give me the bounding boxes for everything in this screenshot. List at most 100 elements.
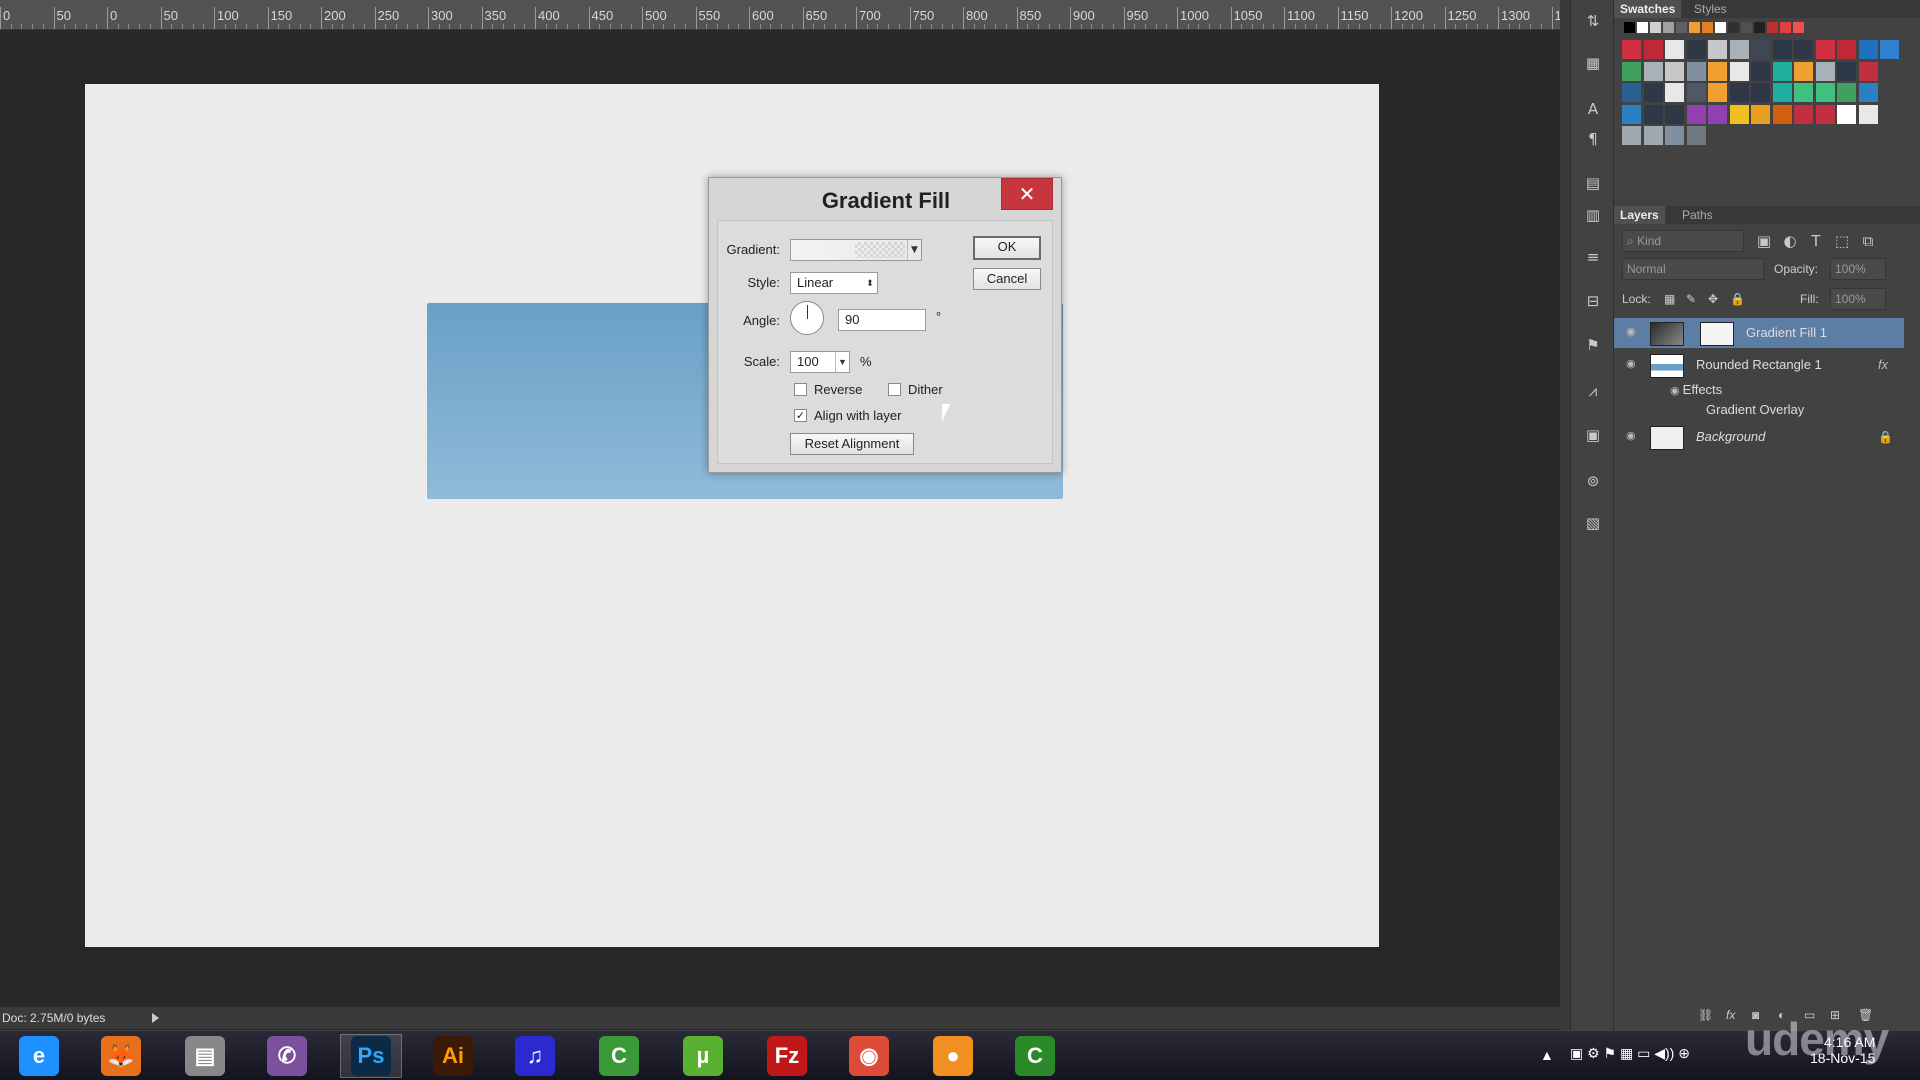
taskbar-internet-explorer[interactable]: e [8, 1034, 70, 1078]
layer-comps-icon[interactable]: ▤ [1583, 174, 1603, 192]
eye-icon[interactable]: ◉ [1626, 327, 1640, 338]
align-with-layer-checkbox[interactable]: ✓ [794, 409, 807, 422]
filter-type-icon[interactable]: T [1806, 232, 1826, 250]
swatch[interactable] [1686, 104, 1706, 124]
swatch[interactable] [1715, 22, 1726, 33]
swatch[interactable] [1780, 22, 1791, 33]
taskbar-photoshop[interactable]: Ps [340, 1034, 402, 1078]
scale-input[interactable]: 100 ▼ [790, 351, 850, 373]
swatch[interactable] [1772, 83, 1792, 102]
vertical-scrollbar[interactable] [1560, 0, 1570, 1030]
swatch[interactable] [1741, 22, 1752, 33]
angle-dial[interactable] [790, 301, 824, 335]
character-icon[interactable]: A [1583, 100, 1603, 118]
swatch[interactable] [1751, 61, 1770, 81]
tab-layers[interactable]: Layers [1614, 206, 1665, 224]
swatch[interactable] [1794, 104, 1813, 124]
swatch[interactable] [1837, 61, 1856, 81]
gradient-picker[interactable]: ▼ [790, 239, 922, 261]
lock-image-icon[interactable]: ✎ [1686, 292, 1696, 306]
swatch[interactable] [1815, 83, 1835, 102]
stack-icon[interactable]: ⊟ [1583, 292, 1603, 310]
swatch[interactable] [1794, 61, 1813, 81]
layer-rounded-rectangle-1[interactable]: ◉ Rounded Rectangle 1 fx [1614, 350, 1904, 380]
cancel-button[interactable]: Cancel [973, 268, 1041, 290]
reset-alignment-button[interactable]: Reset Alignment [790, 433, 914, 455]
filter-smart-object-icon[interactable]: ⧉ [1858, 232, 1878, 250]
paragraph-icon[interactable]: ¶ [1583, 130, 1603, 148]
swatch[interactable] [1837, 83, 1856, 102]
notes-icon[interactable]: ▥ [1583, 206, 1603, 224]
swatch[interactable] [1622, 83, 1641, 102]
filter-pixel-icon[interactable]: ▣ [1754, 232, 1774, 250]
swatch[interactable] [1767, 22, 1778, 33]
swatch[interactable] [1665, 61, 1684, 81]
swatch[interactable] [1665, 104, 1684, 124]
layer-gradient-fill-1[interactable]: ◉ Gradient Fill 1 [1614, 318, 1904, 348]
swatch[interactable] [1624, 22, 1635, 33]
swatch[interactable] [1650, 22, 1661, 33]
swatch[interactable] [1643, 126, 1663, 145]
taskbar-chrome[interactable]: ◉ [838, 1034, 900, 1078]
eye-icon[interactable]: ◉ [1626, 431, 1640, 442]
swatch[interactable] [1729, 40, 1749, 59]
close-button[interactable]: ✕ [1001, 178, 1053, 210]
swatch[interactable] [1665, 40, 1684, 59]
tab-paths[interactable]: Paths [1676, 206, 1719, 224]
swatch[interactable] [1686, 40, 1706, 59]
swatch[interactable] [1837, 40, 1856, 59]
swatch[interactable] [1637, 22, 1648, 33]
dither-checkbox[interactable] [888, 383, 901, 396]
filter-adjustment-icon[interactable]: ◐ [1780, 232, 1800, 250]
swatch[interactable] [1643, 61, 1663, 81]
swatch[interactable] [1643, 83, 1663, 102]
taskbar-camtasia-2[interactable]: C [1004, 1034, 1066, 1078]
swatch[interactable] [1772, 61, 1792, 81]
history-icon[interactable]: ⇅ [1583, 12, 1603, 30]
taskbar-illustrator[interactable]: Ai [422, 1034, 484, 1078]
taskbar-filezilla[interactable]: Fz [756, 1034, 818, 1078]
swatch[interactable] [1880, 40, 1899, 59]
swatch[interactable] [1665, 83, 1684, 102]
angle-input[interactable]: 90 [838, 309, 926, 331]
opacity-input[interactable]: 100% [1830, 258, 1886, 280]
swatch[interactable] [1729, 104, 1749, 124]
swatch[interactable] [1729, 83, 1749, 102]
swatch[interactable] [1772, 104, 1792, 124]
swatch[interactable] [1728, 22, 1739, 33]
brush-icon[interactable]: ≡ [1583, 248, 1603, 266]
lock-all-icon[interactable]: 🔒 [1730, 292, 1745, 306]
adjustments-icon[interactable]: ⊚ [1583, 472, 1603, 490]
swatch[interactable] [1815, 61, 1835, 81]
tool-presets-icon[interactable]: ⩘ [1583, 382, 1603, 400]
taskbar-utorrent[interactable]: µ [672, 1034, 734, 1078]
fx-icon[interactable]: fx [1878, 357, 1888, 372]
swatch[interactable] [1794, 40, 1813, 59]
reverse-checkbox[interactable] [794, 383, 807, 396]
fx-icon[interactable]: fx [1726, 1008, 1735, 1022]
taskbar-media-player[interactable]: ● [922, 1034, 984, 1078]
swatch[interactable] [1751, 40, 1770, 59]
swatch[interactable] [1622, 61, 1641, 81]
chevron-down-icon[interactable]: ▼ [907, 240, 921, 260]
chevron-down-icon[interactable]: ▼ [835, 352, 849, 372]
swatch[interactable] [1643, 104, 1663, 124]
filter-shape-icon[interactable]: ⬚ [1832, 232, 1852, 250]
swatch[interactable] [1702, 22, 1713, 33]
swatch[interactable] [1676, 22, 1687, 33]
swatch[interactable] [1622, 104, 1641, 124]
swatch[interactable] [1708, 61, 1727, 81]
taskbar-file-manager[interactable]: ▤ [174, 1034, 236, 1078]
eye-icon[interactable]: ◉ [1626, 359, 1640, 370]
kind-filter-select[interactable]: ⌕ Kind [1622, 230, 1744, 252]
swatch[interactable] [1708, 40, 1727, 59]
swatch[interactable] [1643, 40, 1663, 59]
swatch[interactable] [1686, 126, 1706, 145]
swatch[interactable] [1665, 126, 1684, 145]
navigator-icon[interactable]: ▧ [1583, 514, 1603, 532]
ok-button[interactable]: OK [973, 236, 1041, 260]
swatch[interactable] [1794, 83, 1813, 102]
swatch[interactable] [1793, 22, 1804, 33]
swatch[interactable] [1754, 22, 1765, 33]
eye-icon[interactable]: ◉ [1670, 385, 1683, 397]
